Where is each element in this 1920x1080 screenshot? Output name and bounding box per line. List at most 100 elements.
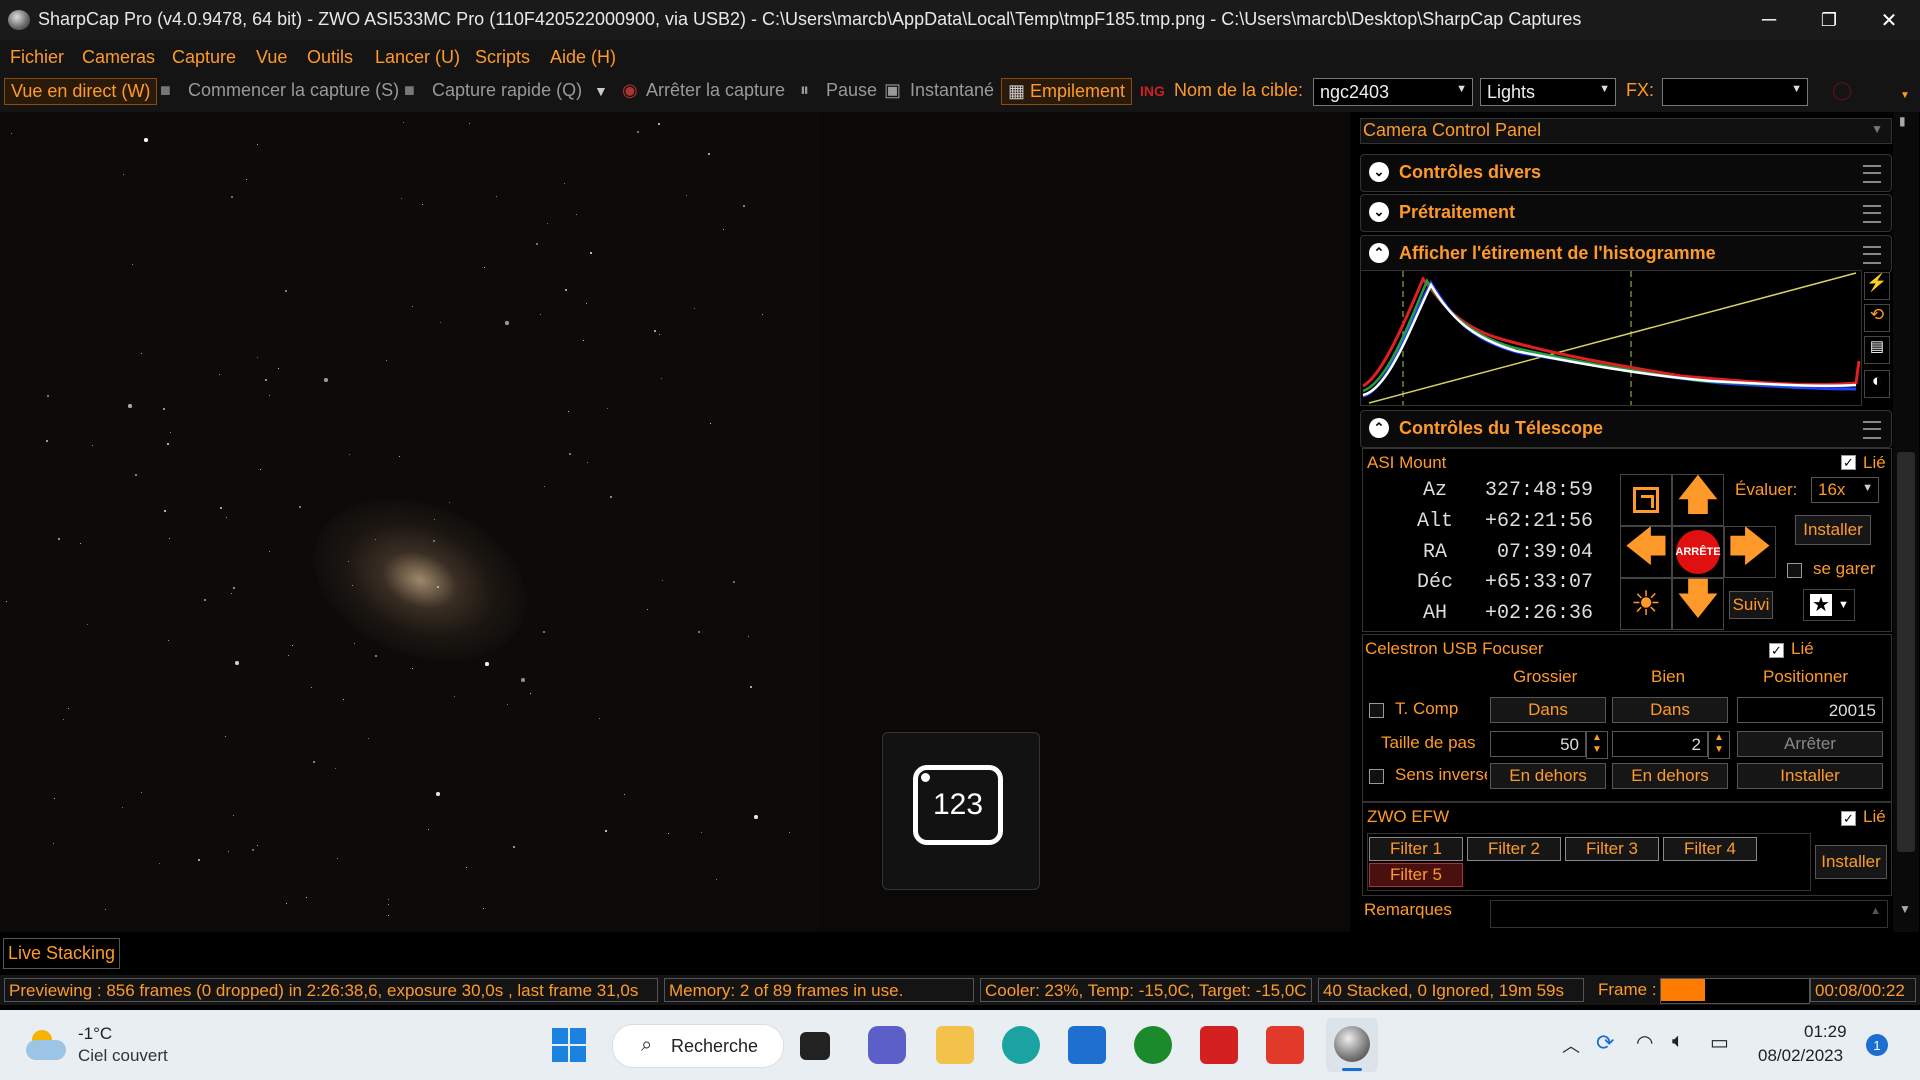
task-view-icon[interactable] [800, 1032, 830, 1060]
park-checkbox[interactable] [1787, 563, 1802, 578]
fx-combo[interactable]: ▼ [1662, 78, 1808, 106]
edge-browser-icon[interactable] [1002, 1026, 1040, 1064]
menu-aide[interactable]: Aide (H) [550, 47, 616, 68]
menu-vue[interactable]: Vue [256, 47, 287, 68]
sun-icon[interactable]: ☀ [1620, 578, 1672, 630]
quick-capture-button[interactable]: Capture rapide (Q) [432, 80, 582, 101]
focus-in-fine-button[interactable]: Dans [1612, 697, 1728, 723]
sharpcap-taskbar-button[interactable] [1326, 1018, 1378, 1072]
rate-select[interactable]: 16x ▼ [1811, 477, 1879, 503]
toolbar-overflow-icon[interactable]: ▼ [1900, 90, 1910, 101]
tracking-button[interactable]: Suivi [1729, 591, 1773, 619]
live-view-button[interactable]: Vue en direct (W) [4, 78, 158, 105]
teams-chat-icon[interactable] [868, 1026, 906, 1064]
notification-badge[interactable]: 1 [1866, 1034, 1888, 1056]
focuser-linked-checkbox[interactable]: ✓ [1769, 643, 1784, 658]
weather-desc[interactable]: Ciel couvert [78, 1046, 168, 1066]
stop-capture-button[interactable]: Arrêter la capture [646, 80, 785, 101]
keyboard-overlay-badge[interactable]: 123 [882, 732, 1040, 890]
clock-time[interactable]: 01:29 [1804, 1022, 1847, 1042]
notes-field[interactable]: ▲ [1490, 900, 1888, 928]
step-fine-spinner[interactable]: ▲ ▼ [1708, 731, 1730, 759]
efw-install-button[interactable]: Installer [1815, 845, 1887, 879]
arrow-left-icon[interactable]: 🡄 [1620, 523, 1672, 578]
focus-position-field[interactable]: 20015 [1737, 697, 1883, 723]
mount-install-button[interactable]: Installer [1795, 515, 1871, 545]
step-coarse-spinner[interactable]: ▲ ▼ [1586, 731, 1608, 759]
start-capture-button[interactable]: Commencer la capture (S) [188, 80, 399, 101]
filter-3-button[interactable]: Filter 3 [1565, 837, 1659, 861]
star-target-button[interactable]: ★ ▼ [1803, 589, 1855, 621]
contrast-icon[interactable]: ◐ [1864, 370, 1890, 398]
scroll-down-icon[interactable]: ▼ [1899, 902, 1911, 916]
collapse-chevron-icon[interactable]: ⌃ [1369, 243, 1389, 263]
arrow-down-icon[interactable]: 🡇 [1672, 575, 1724, 630]
anydesk-icon[interactable] [1266, 1026, 1304, 1064]
section-telescope[interactable]: ⌃ Contrôles du Télescope [1360, 410, 1892, 448]
menu-fichier[interactable]: Fichier [10, 47, 64, 68]
reverse-checkbox[interactable] [1369, 769, 1384, 784]
panel-scrollbar[interactable]: ▮ ▼ [1893, 112, 1919, 932]
astro-app-icon[interactable] [1200, 1026, 1238, 1064]
weather-cloud-icon[interactable] [26, 1028, 70, 1062]
volume-icon[interactable]: 🔈︎ [1672, 1030, 1684, 1053]
menu-capture[interactable]: Capture [172, 47, 236, 68]
pin-icon[interactable]: ▮ [1899, 114, 1906, 128]
auto-stretch-icon[interactable]: ⚡ [1864, 272, 1890, 300]
section-misc-controls[interactable]: ⌄ Contrôles divers [1360, 154, 1892, 192]
snapshot-button[interactable]: Instantané [910, 80, 994, 101]
arrow-up-icon[interactable]: 🡅 [1672, 471, 1724, 526]
section-menu-icon[interactable] [1863, 165, 1881, 183]
minimize-button[interactable]: ─ [1740, 0, 1798, 40]
windows-start-icon[interactable] [552, 1028, 586, 1062]
section-histogram[interactable]: ⌃ Afficher l'étirement de l'histogramme [1360, 235, 1892, 273]
expand-chevron-icon[interactable]: ⌄ [1369, 162, 1389, 182]
microsoft-store-icon[interactable] [1068, 1026, 1106, 1064]
wifi-icon[interactable]: ◠ [1636, 1030, 1653, 1055]
focuser-install-button[interactable]: Installer [1737, 763, 1883, 789]
filter-1-button[interactable]: Filter 1 [1369, 837, 1463, 861]
chevron-down-icon[interactable]: ▼ [594, 83, 608, 99]
save-icon[interactable]: ▤ [1864, 336, 1890, 364]
reset-icon[interactable]: ⟲ [1864, 304, 1890, 332]
battery-icon[interactable]: ▭ [1710, 1030, 1729, 1055]
filter-4-button[interactable]: Filter 4 [1663, 837, 1757, 861]
live-stacking-tab[interactable]: Live Stacking [3, 938, 121, 969]
restore-button[interactable]: ❐ [1800, 0, 1858, 40]
step-fine-field[interactable]: 2 [1612, 731, 1708, 757]
filter-2-button[interactable]: Filter 2 [1467, 837, 1561, 861]
focus-out-coarse-button[interactable]: En dehors [1490, 763, 1606, 789]
collapse-chevron-icon[interactable]: ⌃ [1369, 418, 1389, 438]
step-coarse-field[interactable]: 50 [1490, 731, 1586, 757]
focus-stop-button[interactable]: Arrêter [1737, 731, 1883, 757]
focus-in-coarse-button[interactable]: Dans [1490, 697, 1606, 723]
section-menu-icon[interactable] [1863, 421, 1881, 439]
taskbar-search[interactable]: ⌕ Recherche [612, 1024, 784, 1068]
filter-5-button[interactable]: Filter 5 [1369, 863, 1463, 887]
focus-out-fine-button[interactable]: En dehors [1612, 763, 1728, 789]
section-menu-icon[interactable] [1863, 246, 1881, 264]
target-name-combo[interactable]: ngc2403 ▼ [1313, 78, 1473, 106]
sync-icon[interactable]: ⟳ [1596, 1030, 1614, 1056]
efw-linked-checkbox[interactable]: ✓ [1841, 811, 1856, 826]
phd2-guiding-icon[interactable] [1134, 1026, 1172, 1064]
clock-date[interactable]: 08/02/2023 [1758, 1046, 1843, 1066]
section-menu-icon[interactable] [1863, 205, 1881, 223]
panel-dropdown-icon[interactable]: ▼ [1871, 122, 1883, 136]
tcomp-checkbox[interactable] [1369, 703, 1384, 718]
menu-cameras[interactable]: Cameras [82, 47, 155, 68]
pause-button[interactable]: Pause [826, 80, 877, 101]
weather-temp[interactable]: -1°C [78, 1024, 112, 1044]
expand-chevron-icon[interactable]: ⌄ [1369, 202, 1389, 222]
menu-outils[interactable]: Outils [307, 47, 353, 68]
chevron-up-icon[interactable]: ︿ [1562, 1032, 1580, 1058]
close-button[interactable]: ✕ [1860, 0, 1918, 40]
arrow-right-icon[interactable]: 🡆 [1724, 523, 1776, 578]
mount-linked-checkbox[interactable]: ✓ [1841, 455, 1856, 470]
histogram-display[interactable] [1360, 270, 1862, 406]
scrollbar-thumb[interactable] [1897, 452, 1915, 852]
menu-lancer[interactable]: Lancer (U) [375, 47, 460, 68]
frame-type-combo[interactable]: Lights ▼ [1480, 78, 1616, 106]
stacking-button[interactable]: ▦ Empilement [1001, 78, 1133, 105]
notes-scroll-icon[interactable]: ▲ [1870, 905, 1881, 917]
